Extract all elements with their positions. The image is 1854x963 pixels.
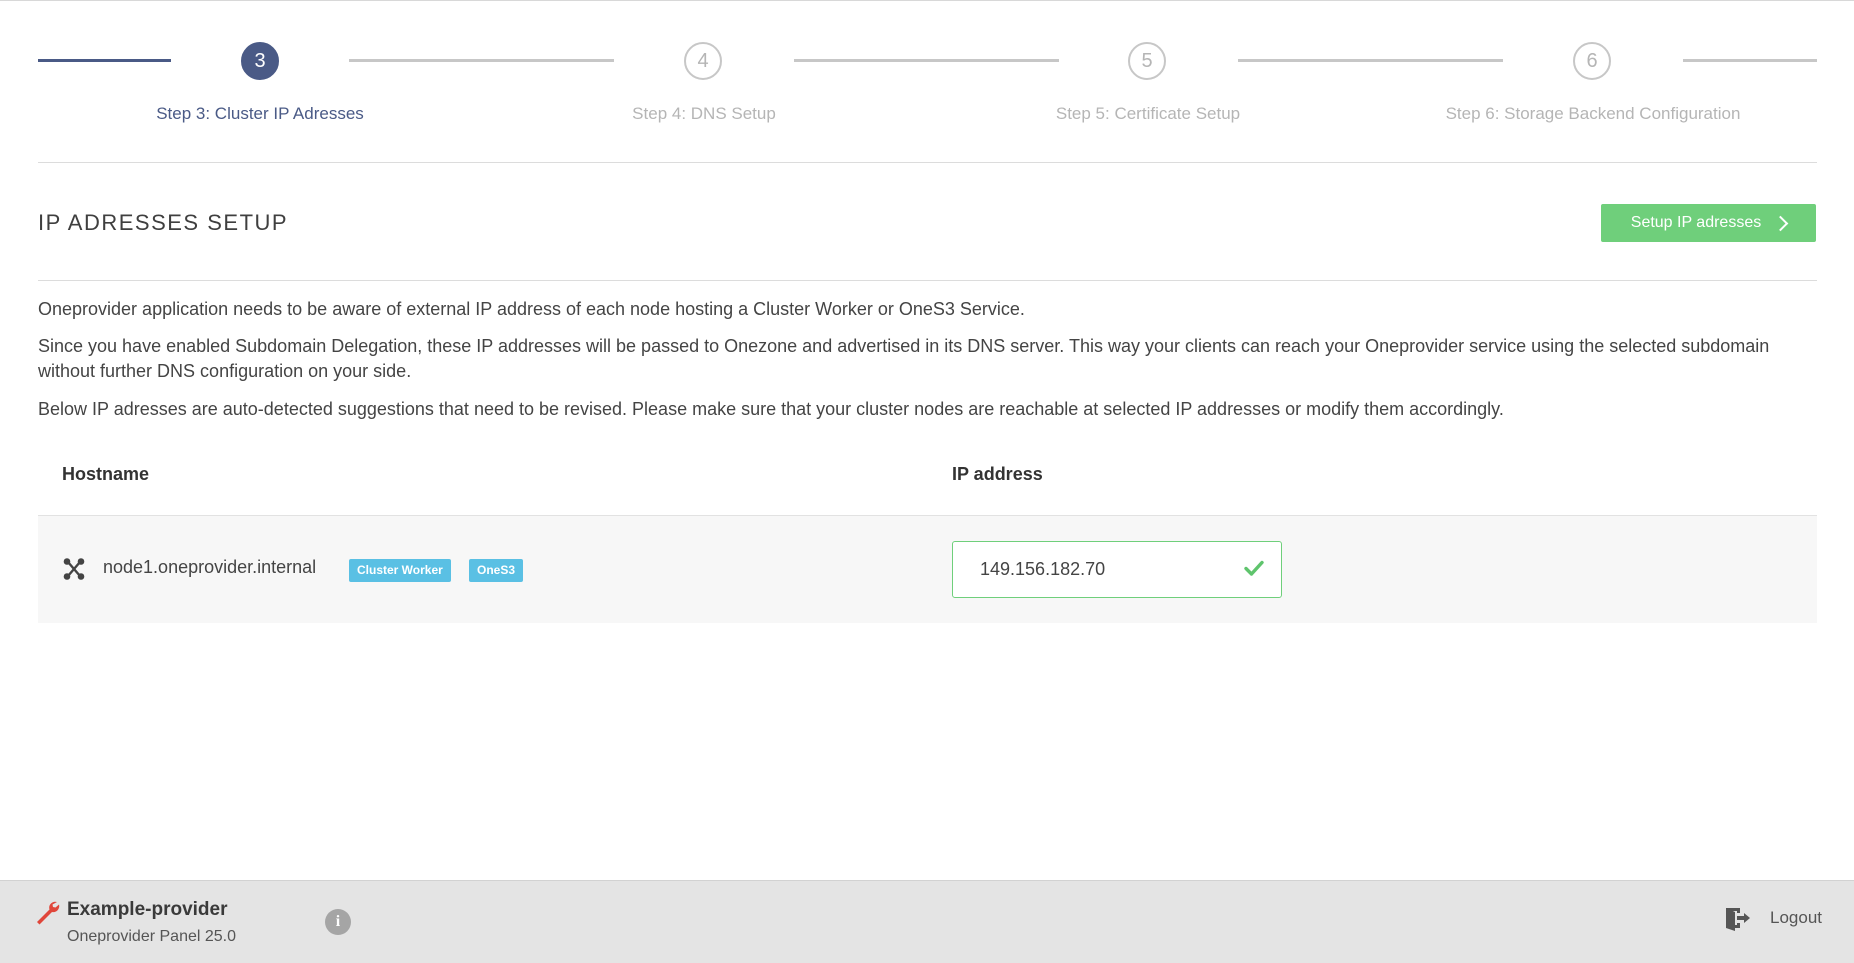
chevron-right-icon bbox=[1772, 215, 1789, 231]
setup-ip-adresses-button[interactable]: Setup IP adresses bbox=[1601, 204, 1816, 242]
cluster-worker-badge: Cluster Worker bbox=[349, 559, 451, 582]
ip-address-input[interactable] bbox=[952, 541, 1282, 598]
logout-label: Logout bbox=[1770, 908, 1822, 927]
page-title: IP ADRESSES SETUP bbox=[38, 210, 289, 235]
setup-button-label: Setup IP adresses bbox=[1630, 214, 1762, 231]
stepper-divider bbox=[38, 162, 1817, 163]
step-6-circle: 6 bbox=[1573, 42, 1611, 80]
column-header-hostname: Hostname bbox=[62, 464, 150, 484]
header-divider bbox=[38, 280, 1817, 281]
provider-name[interactable]: Example-provider bbox=[67, 899, 228, 921]
column-header-ip-address: IP address bbox=[952, 464, 1043, 484]
step-6-label: Step 6: Storage Backend Configuration bbox=[1445, 104, 1741, 123]
step-3-circle: 3 bbox=[241, 42, 279, 80]
description-paragraph: Below IP adresses are auto-detected sugg… bbox=[38, 399, 1504, 419]
ones3-badge: OneS3 bbox=[469, 559, 524, 582]
step-5-circle: 5 bbox=[1128, 42, 1166, 80]
logout-icon bbox=[1726, 908, 1750, 931]
info-icon[interactable]: i bbox=[325, 909, 351, 935]
step-line bbox=[1683, 59, 1817, 62]
description-paragraph: Since you have enabled Subdomain Delegat… bbox=[38, 336, 1770, 381]
description-paragraph: Oneprovider application needs to be awar… bbox=[38, 299, 1025, 319]
top-border bbox=[0, 0, 1854, 1]
logout-button[interactable]: Logout bbox=[1722, 903, 1822, 933]
check-icon bbox=[1244, 560, 1264, 576]
hostname-label: node1.oneprovider.internal bbox=[103, 557, 317, 577]
step-line bbox=[794, 59, 1059, 62]
step-line bbox=[349, 59, 614, 62]
footer: Example-provider Oneprovider Panel 25.0 … bbox=[0, 880, 1854, 963]
step-3-label: Step 3: Cluster IP Adresses bbox=[156, 104, 364, 123]
panel-version: Oneprovider Panel 25.0 bbox=[67, 928, 236, 945]
node-icon bbox=[63, 558, 85, 580]
step-5-label: Step 5: Certificate Setup bbox=[1055, 104, 1241, 123]
wrench-icon bbox=[37, 901, 60, 925]
step-line bbox=[1238, 59, 1503, 62]
step-4-circle: 4 bbox=[684, 42, 722, 80]
step-4-label: Step 4: DNS Setup bbox=[632, 104, 776, 123]
step-line-completed bbox=[38, 59, 171, 62]
setup-stepper: 3 4 5 6 Step 3: Cluster IP Adresses Step… bbox=[38, 30, 1817, 130]
